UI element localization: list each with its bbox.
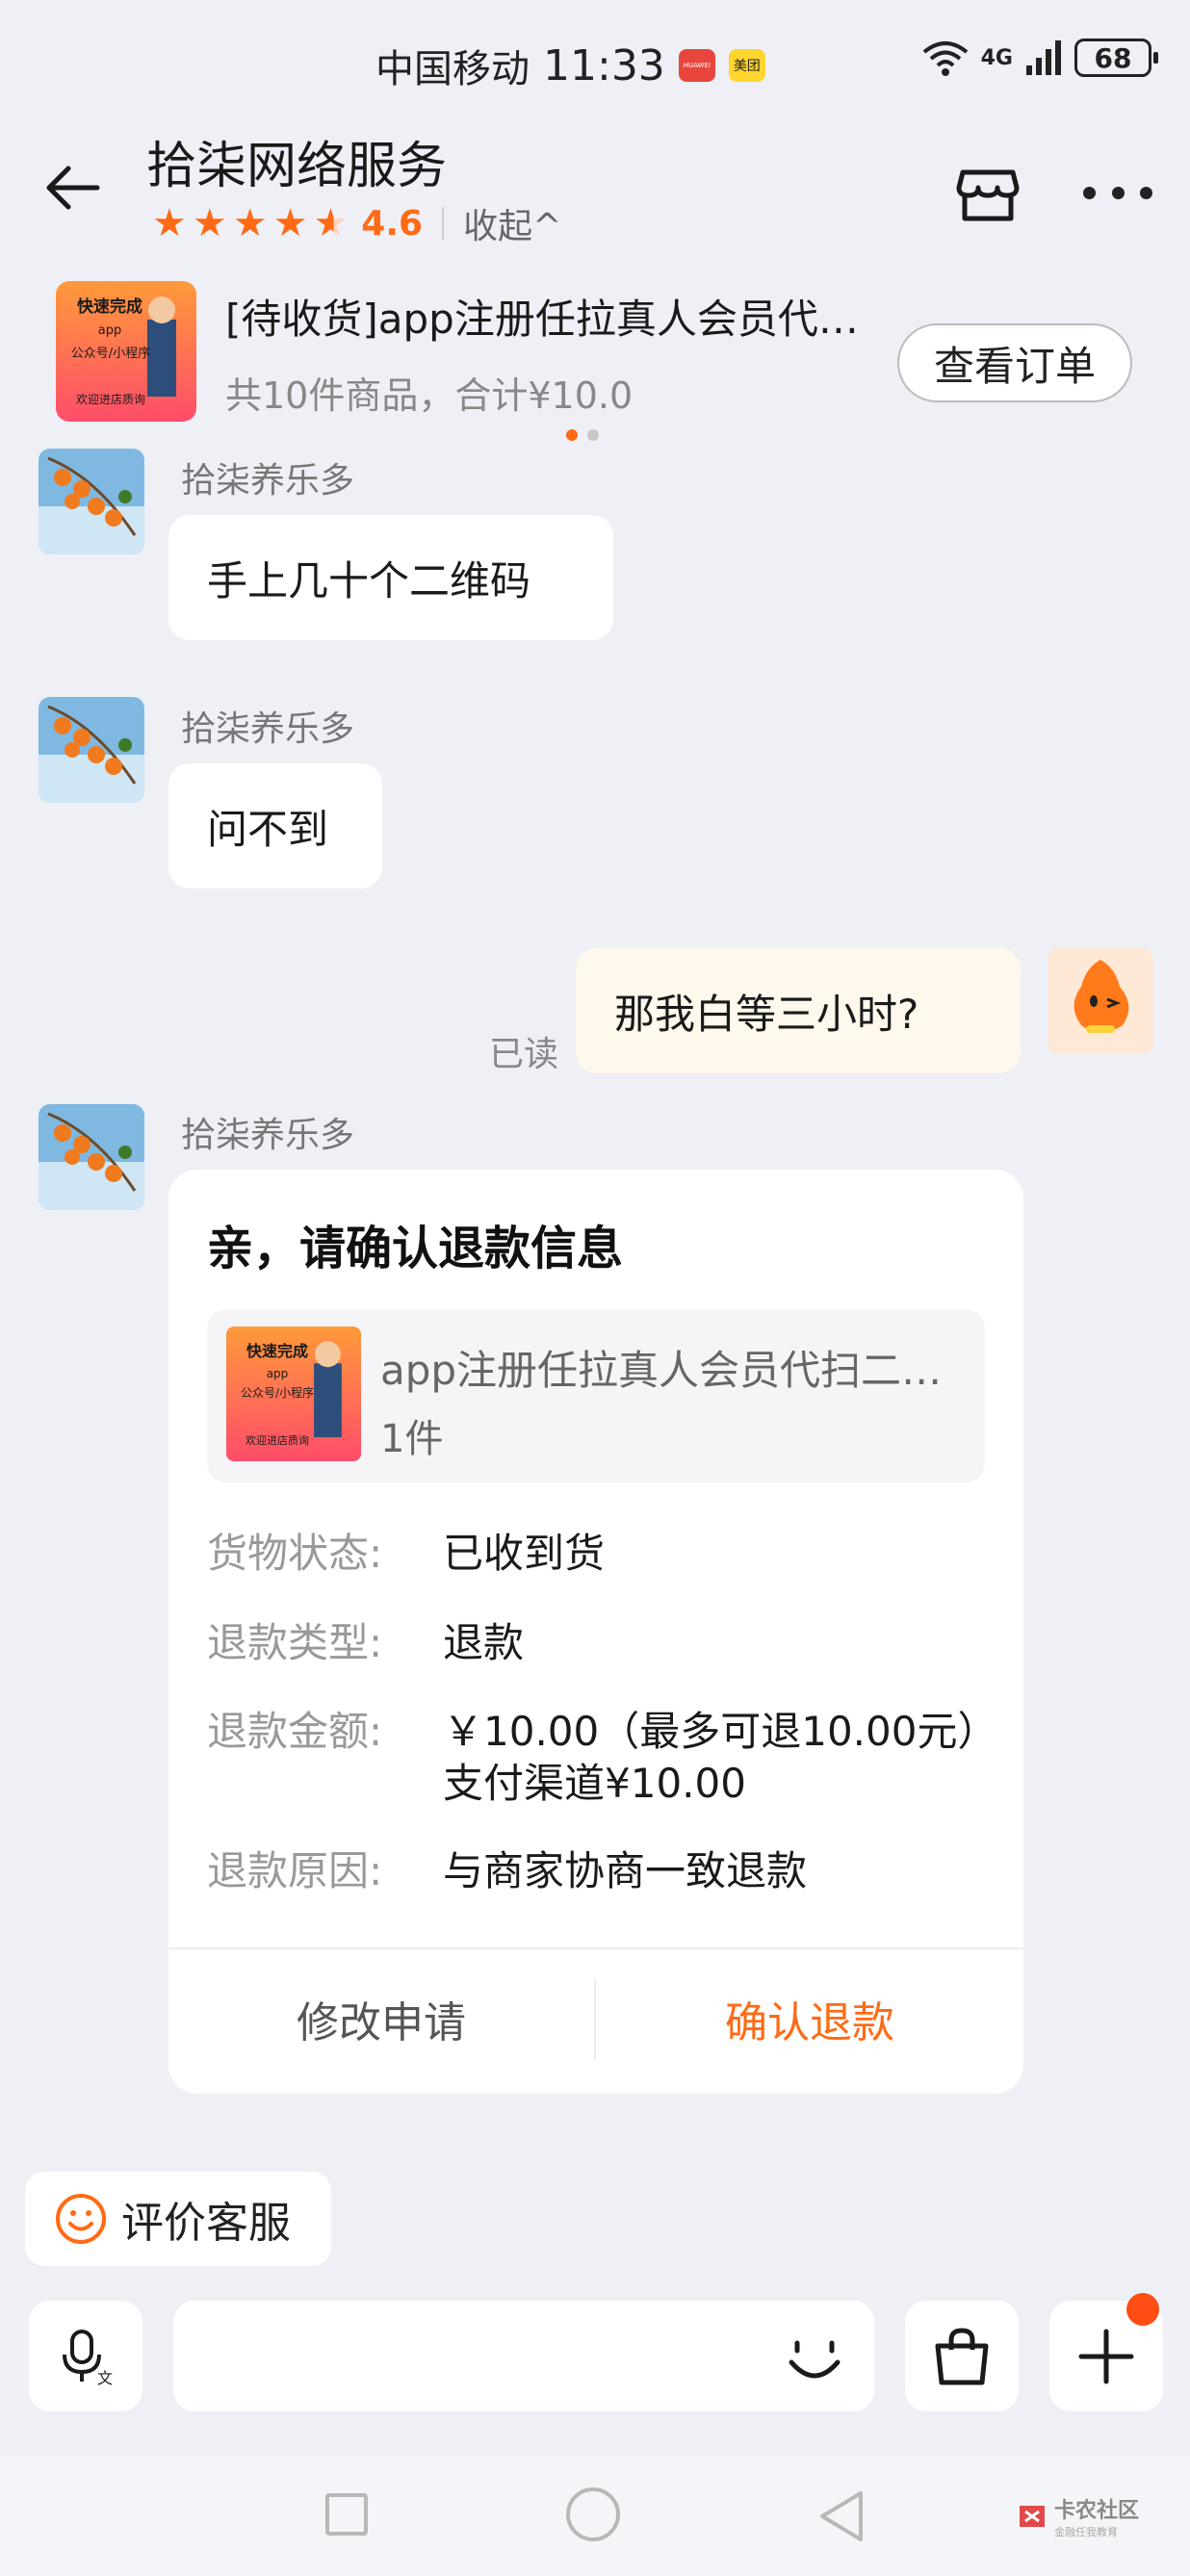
battery-indicator: 68 bbox=[1074, 39, 1158, 77]
row-label: 退款原因: bbox=[207, 1847, 383, 1894]
order-summary: 共10件商品，合计¥10.0 bbox=[225, 374, 634, 417]
star-icon: ★ bbox=[192, 201, 227, 245]
watermark: 卡农社区 金融任我教育 bbox=[1016, 2493, 1139, 2539]
refund-info-row: 退款原因: 与商家协商一致退款 bbox=[207, 1845, 982, 1897]
shopping-bag-icon bbox=[935, 2327, 989, 2384]
refund-product[interactable]: 快速完成 app 公众号/小程序 欢迎进店质询 app注册任拉真人会员代扫二维码… bbox=[207, 1309, 985, 1482]
recent-apps-button[interactable] bbox=[325, 2493, 368, 2536]
shop-title[interactable]: 拾柒网络服务 bbox=[146, 125, 447, 197]
thumb-text: 快速完成 bbox=[246, 1342, 308, 1360]
star-icon: ★ bbox=[232, 201, 268, 245]
collapse-toggle[interactable]: 收起^ bbox=[463, 198, 561, 248]
wifi-icon bbox=[922, 41, 968, 76]
watermark-logo-icon bbox=[1020, 2506, 1045, 2527]
store-button[interactable] bbox=[953, 159, 1022, 228]
shop-avatar[interactable] bbox=[39, 697, 144, 803]
sender-name: 拾柒养乐多 bbox=[181, 1116, 355, 1155]
modify-request-button[interactable]: 修改申请 bbox=[168, 1951, 594, 2086]
sender-name: 拾柒养乐多 bbox=[181, 709, 355, 749]
my-avatar[interactable] bbox=[1048, 948, 1153, 1054]
star-icon: ★ bbox=[272, 201, 308, 245]
microphone-icon: 文 bbox=[63, 2329, 113, 2387]
row-label: 退款金额: bbox=[207, 1708, 383, 1755]
refund-info-row: 退款金额: ￥10.00（最多可退10.00元）支付渠道¥10.00 bbox=[207, 1706, 982, 1810]
triangle-back-icon bbox=[820, 2491, 863, 2541]
product-name: app注册任拉真人会员代扫二维码 bbox=[380, 1347, 958, 1394]
plus-icon bbox=[1078, 2329, 1134, 2383]
voice-input-button[interactable]: 文 bbox=[29, 2301, 142, 2411]
view-order-button[interactable]: 查看订单 bbox=[897, 323, 1132, 402]
back-button[interactable] bbox=[39, 154, 106, 221]
shop-rating: ★ ★ ★ ★ ★ 4.6 收起^ bbox=[152, 198, 561, 248]
carousel-dots bbox=[566, 429, 599, 441]
row-label: 退款类型: bbox=[207, 1619, 383, 1666]
row-value: 与商家协商一致退款 bbox=[443, 1847, 808, 1894]
thumb-text: 欢迎进店质询 bbox=[246, 1434, 309, 1447]
rate-service-label: 评价客服 bbox=[121, 2199, 291, 2248]
huawei-app-icon: HUAWEI bbox=[678, 49, 715, 82]
arrow-left-icon bbox=[46, 166, 100, 210]
watermark-text: 卡农社区 bbox=[1054, 2499, 1140, 2523]
thumb-text: app bbox=[97, 323, 122, 338]
carrier-name: 中国移动 bbox=[375, 47, 530, 91]
thumb-text: 公众号/小程序 bbox=[240, 1386, 315, 1400]
row-value: ￥10.00（最多可退10.00元）支付渠道¥10.00 bbox=[443, 1708, 978, 1807]
message-input[interactable] bbox=[173, 2301, 874, 2411]
thumb-text: 快速完成 bbox=[77, 297, 142, 317]
read-status: 已读 bbox=[489, 1035, 559, 1074]
rating-value: 4.6 bbox=[361, 203, 424, 244]
order-thumbnail[interactable]: 快速完成 app 公众号/小程序 欢迎进店质询 bbox=[56, 281, 196, 422]
status-bar: 中国移动 11:33 HUAWEI 美团 4G 68 bbox=[0, 0, 1190, 125]
my-message-bubble[interactable]: 那我白等三小时? bbox=[576, 948, 1021, 1073]
clock: 11:33 bbox=[543, 40, 665, 90]
confirm-refund-button[interactable]: 确认退款 bbox=[596, 1951, 1023, 2086]
network-type: 4G bbox=[980, 45, 1013, 70]
message-bubble[interactable]: 问不到 bbox=[168, 763, 382, 889]
more-button[interactable] bbox=[1083, 173, 1152, 212]
store-icon bbox=[956, 169, 1020, 221]
shopping-bag-button[interactable] bbox=[905, 2301, 1019, 2411]
smiley-icon bbox=[56, 2194, 106, 2244]
half-star-icon: ★ bbox=[313, 201, 349, 245]
divider bbox=[442, 207, 445, 240]
card-title: 亲，请确认退款信息 bbox=[207, 1222, 624, 1275]
thumb-text: app bbox=[266, 1367, 289, 1380]
svg-text:文: 文 bbox=[97, 2369, 113, 2387]
thumb-text: 欢迎进店质询 bbox=[75, 393, 145, 406]
home-button[interactable] bbox=[566, 2487, 620, 2541]
shop-avatar[interactable] bbox=[39, 1104, 144, 1210]
refund-confirm-card: 亲，请确认退款信息 快速完成 app 公众号/小程序 欢迎进店质询 app注册任… bbox=[168, 1170, 1023, 2094]
thumb-text: 公众号/小程序 bbox=[70, 347, 151, 361]
emoji-button[interactable] bbox=[784, 2328, 845, 2389]
sender-name: 拾柒养乐多 bbox=[181, 461, 355, 501]
system-back-button[interactable] bbox=[816, 2489, 865, 2543]
star-icon: ★ bbox=[152, 201, 187, 245]
rate-service-button[interactable]: 评价客服 bbox=[25, 2172, 331, 2266]
more-icon bbox=[1083, 186, 1096, 199]
emoji-icon bbox=[789, 2340, 841, 2379]
row-value: 退款 bbox=[443, 1619, 525, 1666]
refund-info-row: 退款类型: 退款 bbox=[207, 1617, 982, 1669]
shop-avatar[interactable] bbox=[39, 449, 144, 554]
signal-icon bbox=[1026, 40, 1061, 75]
refund-info-row: 货物状态: 已收到货 bbox=[207, 1528, 982, 1580]
message-bubble[interactable]: 手上几十个二维码 bbox=[168, 515, 613, 640]
product-quantity: 1件 bbox=[380, 1417, 444, 1461]
order-title[interactable]: [待收货]app注册任拉真人会员代扫二维码 bbox=[225, 287, 880, 346]
product-thumbnail: 快速完成 app 公众号/小程序 欢迎进店质询 bbox=[226, 1327, 361, 1461]
divider bbox=[168, 1947, 1023, 1949]
row-value: 已收到货 bbox=[443, 1530, 606, 1577]
watermark-subtext: 金融任我教育 bbox=[1054, 2526, 1118, 2538]
meituan-app-icon: 美团 bbox=[728, 49, 765, 82]
row-label: 货物状态: bbox=[207, 1530, 383, 1577]
notification-dot bbox=[1126, 2293, 1159, 2326]
